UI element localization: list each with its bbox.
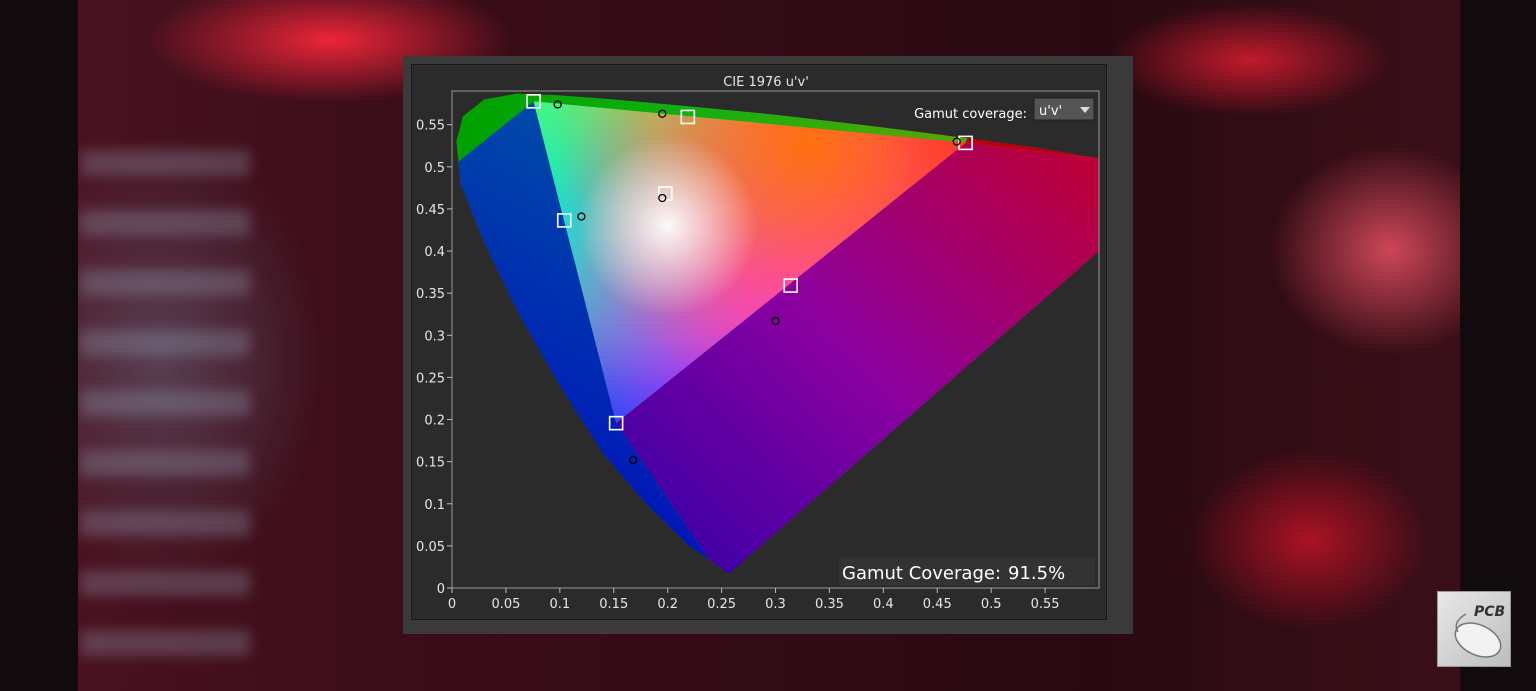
background-stripes: [80, 150, 250, 670]
x-tick-label: 0.3: [765, 597, 786, 612]
y-tick-label: 0.4: [424, 245, 445, 260]
x-tick-label: 0.45: [923, 597, 952, 612]
x-tick-label: 0.05: [491, 597, 520, 612]
y-axis: 0 0.05 0.1 0.15 0.2 0.25 0.3 0.35 0.4 0.45 0.5 0.55: [416, 119, 452, 597]
chart-inner-frame: CIE 1976 u'v' 0 0.05 0.1 0.15 0.2 0.25 0…: [411, 64, 1107, 620]
x-tick-label: 0.4: [873, 597, 894, 612]
x-tick-label: 0.1: [549, 597, 570, 612]
pcb-logo: PCB: [1437, 591, 1511, 667]
dropdown-value: u'v': [1039, 104, 1062, 119]
y-tick-label: 0.45: [416, 203, 445, 218]
mouse-icon: PCB: [1454, 604, 1505, 658]
y-tick-label: 0.25: [416, 371, 445, 386]
x-tick-label: 0.5: [981, 597, 1002, 612]
y-tick-label: 0.3: [424, 329, 445, 344]
cie-chart: CIE 1976 u'v' 0 0.05 0.1 0.15 0.2 0.25 0…: [416, 75, 1100, 612]
y-tick-label: 0.15: [416, 456, 445, 471]
right-edge: [1460, 0, 1536, 691]
plot-area: [451, 90, 1100, 589]
dropdown-label: Gamut coverage:: [914, 107, 1027, 122]
x-tick-label: 0.2: [657, 597, 678, 612]
x-tick-label: 0.55: [1031, 597, 1060, 612]
x-tick-label: 0: [448, 597, 456, 612]
x-tick-label: 0.15: [599, 597, 628, 612]
x-tick-label: 0.35: [815, 597, 844, 612]
logo-text: PCB: [1474, 604, 1505, 620]
y-tick-label: 0.55: [416, 119, 445, 134]
y-tick-label: 0.1: [424, 498, 445, 513]
x-tick-label: 0.25: [707, 597, 736, 612]
y-tick-label: 0.05: [416, 540, 445, 555]
coverage-label: Gamut Coverage:: [842, 563, 1001, 584]
gamut-coverage-readout: Gamut Coverage: 91.5%: [839, 557, 1095, 585]
x-axis: 0 0.05 0.1 0.15 0.2 0.25 0.3 0.35 0.4 0.45 0.5 0.55: [448, 588, 1060, 612]
left-edge: [0, 0, 78, 691]
y-tick-label: 0.5: [424, 161, 445, 176]
coverage-value: 91.5%: [1008, 563, 1065, 584]
y-tick-label: 0.2: [424, 414, 445, 429]
chart-title: CIE 1976 u'v': [723, 75, 809, 90]
y-tick-label: 0.35: [416, 287, 445, 302]
chart-panel: CIE 1976 u'v' 0 0.05 0.1 0.15 0.2 0.25 0…: [403, 56, 1133, 634]
y-tick-label: 0: [437, 582, 445, 597]
